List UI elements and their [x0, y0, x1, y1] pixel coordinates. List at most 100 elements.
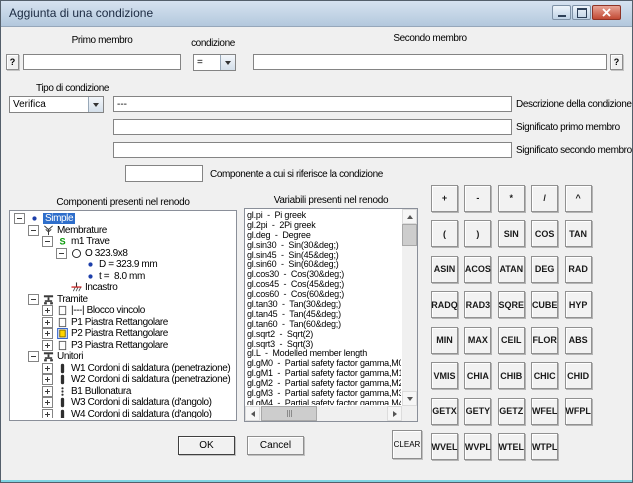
horizontal-scrollbar[interactable]	[245, 406, 402, 421]
keypad-button-getz[interactable]: GETZ	[498, 398, 525, 425]
minimize-button[interactable]	[552, 5, 571, 20]
keypad-button-cube[interactable]: CUBE	[531, 291, 558, 318]
keypad-button-[interactable]: *	[498, 185, 525, 212]
keypad-button-rad[interactable]: RAD	[565, 256, 592, 283]
keypad-button-[interactable]: -	[464, 185, 491, 212]
tree-collapse-toggle[interactable]	[56, 248, 67, 259]
vertical-scroll-thumb[interactable]	[402, 224, 417, 246]
keypad-button-chib[interactable]: CHIB	[498, 362, 525, 389]
tree-expand-toggle[interactable]	[42, 363, 53, 374]
tree-item-label[interactable]: B1 Bullonatura	[71, 386, 131, 397]
scroll-up-button[interactable]	[402, 209, 417, 224]
scroll-left-button[interactable]	[245, 406, 260, 421]
tree-item-label[interactable]: t = 8.0 mm	[99, 271, 145, 282]
condizione-dropdown-button[interactable]	[220, 55, 235, 70]
primo-membro-input[interactable]	[23, 54, 181, 70]
tree-collapse-toggle[interactable]	[28, 294, 39, 305]
ok-button[interactable]: OK	[178, 436, 235, 455]
tree-item-label[interactable]: Incastro	[85, 282, 117, 293]
scroll-right-button[interactable]	[387, 406, 402, 421]
tree-item-label[interactable]: Simple	[43, 213, 75, 224]
tree-item-label[interactable]: O 323.9x8	[85, 248, 128, 259]
keypad-button-chid[interactable]: CHID	[565, 362, 592, 389]
tree-item-label[interactable]: W3 Cordoni di saldatura (d'angolo)	[71, 397, 212, 408]
keypad-button-[interactable]: +	[431, 185, 458, 212]
keypad-button-chia[interactable]: CHIA	[464, 362, 491, 389]
tree-collapse-toggle[interactable]	[14, 213, 25, 224]
significato-primo-input[interactable]	[113, 119, 512, 135]
tree-expand-toggle[interactable]	[42, 374, 53, 385]
keypad-button-[interactable]: (	[431, 220, 458, 247]
keypad-button-flor[interactable]: FLOR	[531, 327, 558, 354]
tree-collapse-toggle[interactable]	[28, 225, 39, 236]
keypad-button-[interactable]: ^	[565, 185, 592, 212]
keypad-button-vmis[interactable]: VMIS	[431, 362, 458, 389]
tree-item-label[interactable]: P1 Piastra Rettangolare	[71, 317, 168, 328]
keypad-button-gety[interactable]: GETY	[464, 398, 491, 425]
keypad-button-[interactable]: )	[464, 220, 491, 247]
tree-item-label[interactable]: Membrature	[57, 225, 107, 236]
keypad-button-chic[interactable]: CHIC	[531, 362, 558, 389]
keypad-button-max[interactable]: MAX	[464, 327, 491, 354]
keypad-button-cos[interactable]: COS	[531, 220, 558, 247]
tree-expand-toggle[interactable]	[42, 409, 53, 418]
componente-input[interactable]	[125, 165, 203, 182]
scroll-down-button[interactable]	[402, 391, 417, 406]
keypad-button-asin[interactable]: ASIN	[431, 256, 458, 283]
tree-item-label[interactable]: W1 Cordoni di saldatura (penetrazione)	[71, 363, 230, 374]
help-left-button[interactable]: ?	[6, 54, 19, 70]
keypad-button-rad3[interactable]: RAD3	[464, 291, 491, 318]
close-button[interactable]	[592, 5, 621, 20]
keypad-button-wvpl[interactable]: WVPL	[464, 433, 491, 460]
tree-item-label[interactable]: W2 Cordoni di saldatura (penetrazione)	[71, 374, 230, 385]
keypad-button-deg[interactable]: DEG	[531, 256, 558, 283]
keypad-button-radq[interactable]: RADQ	[431, 291, 458, 318]
keypad-button-wtel[interactable]: WTEL	[498, 433, 525, 460]
tipo-condizione-dropdown-button[interactable]	[88, 97, 103, 112]
keypad-button-tan[interactable]: TAN	[565, 220, 592, 247]
tree-item-label[interactable]: D = 323.9 mm	[99, 259, 157, 270]
keypad-button-abs[interactable]: ABS	[565, 327, 592, 354]
keypad-button-wfpl[interactable]: WFPL	[565, 398, 592, 425]
keypad-button-[interactable]: /	[531, 185, 558, 212]
tree-expand-toggle[interactable]	[42, 340, 53, 351]
significato-secondo-input[interactable]	[113, 142, 512, 158]
tipo-condizione-select[interactable]: Verifica	[9, 96, 104, 113]
condizione-select[interactable]: =	[193, 54, 236, 71]
tree-collapse-toggle[interactable]	[42, 236, 53, 247]
tree-item-label[interactable]: m1 Trave	[71, 236, 109, 247]
title-bar[interactable]: Aggiunta di una condizione	[1, 1, 632, 27]
tree-item-label[interactable]: W4 Cordoni di saldatura (d'angolo)	[71, 409, 212, 418]
keypad-button-wtpl[interactable]: WTPL	[531, 433, 558, 460]
keypad-button-hyp[interactable]: HYP	[565, 291, 592, 318]
clear-button[interactable]: CLEAR	[392, 430, 422, 459]
keypad-button-getx[interactable]: GETX	[431, 398, 458, 425]
tree-expand-toggle[interactable]	[42, 397, 53, 408]
keypad-button-ceil[interactable]: CEIL	[498, 327, 525, 354]
keypad-button-wvel[interactable]: WVEL	[431, 433, 458, 460]
keypad-button-acos[interactable]: ACOS	[464, 256, 491, 283]
descrizione-input[interactable]	[113, 96, 512, 112]
help-right-button[interactable]: ?	[610, 54, 623, 70]
tree-item-label[interactable]: P3 Piastra Rettangolare	[71, 340, 168, 351]
tree-expand-toggle[interactable]	[42, 305, 53, 316]
vertical-scrollbar[interactable]	[402, 209, 417, 406]
maximize-button[interactable]	[572, 5, 591, 20]
keypad-button-min[interactable]: MIN	[431, 327, 458, 354]
keypad-button-wfel[interactable]: WFEL	[531, 398, 558, 425]
variable-item[interactable]: gl.gM4 - Partial safety factor gamma,M4	[247, 399, 401, 405]
tree-item-label[interactable]: P2 Piastra Rettangolare	[71, 328, 168, 339]
horizontal-scroll-thumb[interactable]	[261, 406, 317, 421]
keypad-button-atan[interactable]: ATAN	[498, 256, 525, 283]
keypad-button-sin[interactable]: SIN	[498, 220, 525, 247]
tree-expand-toggle[interactable]	[42, 317, 53, 328]
tree-item-label[interactable]: Unitori	[57, 351, 83, 362]
tree-expand-toggle[interactable]	[42, 328, 53, 339]
secondo-membro-input[interactable]	[253, 54, 607, 70]
tree-collapse-toggle[interactable]	[28, 351, 39, 362]
keypad-button-sqre[interactable]: SQRE	[498, 291, 525, 318]
cancel-button[interactable]: Cancel	[247, 436, 304, 455]
tree-item-label[interactable]: Tramite	[57, 294, 88, 305]
tree-expand-toggle[interactable]	[42, 386, 53, 397]
tree-item-label[interactable]: |---| Blocco vincolo	[71, 305, 145, 316]
